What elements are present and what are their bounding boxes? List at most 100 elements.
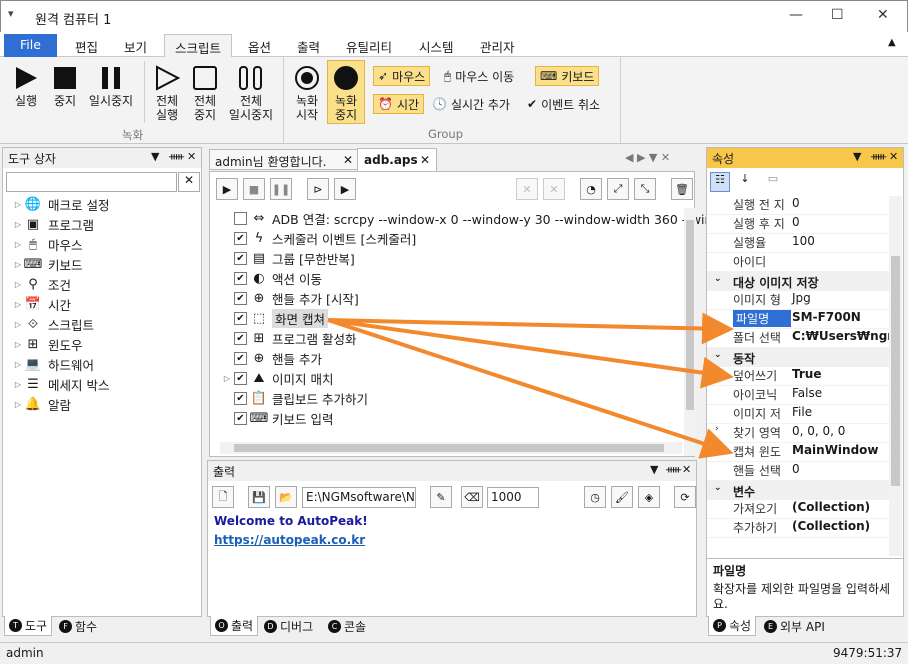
script-hscrollbar[interactable] (220, 442, 682, 454)
expand-icon[interactable]: ▷ (11, 300, 25, 309)
script-row[interactable]: ✔ ⊕ 핸들 추가 [시작] (220, 288, 359, 308)
expand-icon[interactable]: ▷ (11, 280, 25, 289)
property-row[interactable]: 실행 후 지 0 (707, 215, 889, 234)
history-button[interactable]: ◔ (580, 178, 602, 200)
delete-button[interactable]: 🗑 (671, 178, 693, 200)
property-row[interactable]: 캡쳐 윈도 MainWindow (707, 443, 889, 462)
property-row[interactable]: 실행 전 지 0 (707, 196, 889, 215)
mouse-move-toggle[interactable]: 🖱 마우스 이동 (440, 66, 518, 86)
fill-color-button[interactable]: ◈ (638, 486, 660, 508)
property-row[interactable]: › 찾기 영역 0, 0, 0, 0 (707, 424, 889, 443)
toolbox-item[interactable]: ▷ 🖱 마우스 (11, 234, 83, 254)
expand-icon[interactable]: › (715, 424, 719, 434)
disable-button[interactable]: ✕ (516, 178, 538, 200)
close-button[interactable]: ✕ (877, 7, 889, 23)
toolbox-item[interactable]: ▷ 💻 하드웨어 (11, 354, 94, 374)
tab-console[interactable]: C 콘솔 (324, 616, 370, 636)
toolbox-item[interactable]: ▷ ⊞ 윈도우 (11, 334, 83, 354)
auto-scroll-button[interactable]: ✎ (430, 486, 452, 508)
property-row[interactable]: 핸들 선택 0 (707, 462, 889, 481)
erase-button[interactable]: ⌫ (461, 486, 483, 508)
property-category[interactable]: ⌄ 변수 (707, 481, 889, 500)
property-value[interactable]: 0 (792, 215, 800, 229)
toolbox-item[interactable]: ▷ ⟐ 스크립트 (11, 314, 94, 334)
expand-icon[interactable]: ▷ (11, 340, 25, 349)
expand-icon[interactable]: ▷ (11, 320, 25, 329)
tab-system[interactable]: 시스템 (409, 34, 464, 57)
quick-access-menu-icon[interactable]: ▾ (8, 7, 14, 20)
expand-icon[interactable]: ▷ (11, 380, 25, 389)
maximize-button[interactable]: ☐ (831, 7, 844, 23)
property-row[interactable]: 실행율 100 (707, 234, 889, 253)
property-row[interactable]: 폴더 선택 C:₩Users₩ngma (707, 329, 889, 348)
close-icon[interactable]: ✕ (889, 150, 898, 163)
log-path-input[interactable]: E:\NGMsoftware\NG (302, 487, 416, 508)
property-category[interactable]: ⌄ 동작 (707, 348, 889, 367)
expand-icon[interactable]: ▷ (11, 200, 25, 209)
tab-properties[interactable]: P 속성 (708, 616, 757, 636)
property-row[interactable]: 파일명 SM-F700N (707, 310, 889, 329)
property-row[interactable]: 추가하기 (Collection) (707, 519, 889, 538)
tab-admin[interactable]: 관리자 (470, 34, 525, 57)
tab-debug[interactable]: D 디버그 (260, 616, 317, 636)
realtime-add-toggle[interactable]: 🕓 실시간 추가 (428, 94, 514, 114)
stop-script-button[interactable]: ■ (243, 178, 265, 200)
enable-checkbox[interactable]: ✔ (234, 331, 247, 345)
pause-button[interactable]: 일시중지 (84, 63, 138, 108)
expand-icon[interactable]: ▷ (11, 400, 25, 409)
toolbox-item[interactable]: ▷ ▣ 프로그램 (11, 214, 94, 234)
collapse-icon[interactable]: ⌄ (714, 350, 722, 360)
expand-icon[interactable]: ▷ (11, 220, 25, 229)
script-vscrollbar[interactable] (684, 208, 696, 456)
step-over-button[interactable]: ▶ (334, 178, 356, 200)
tab-functions[interactable]: F 함수 (55, 616, 101, 636)
toolbox-item[interactable]: ▷ ⌨ 키보드 (11, 254, 83, 274)
tab-utility[interactable]: 유틸리티 (336, 34, 402, 57)
pin-icon[interactable]: ᚔ (666, 463, 681, 476)
enable-checkbox[interactable]: ✔ (234, 311, 247, 325)
script-row[interactable]: ▷ ✔ ⛰ 이미지 매치 (220, 368, 334, 388)
autopeak-link[interactable]: https://autopeak.co.kr (214, 533, 365, 547)
property-value[interactable]: (Collection) (792, 500, 870, 514)
script-row[interactable]: ✔ ⌨ 키보드 입력 (220, 408, 333, 428)
enable-checkbox[interactable]: ✔ (234, 291, 247, 305)
property-row[interactable]: 덮어쓰기 True (707, 367, 889, 386)
pin-icon[interactable]: ᚔ (871, 150, 886, 163)
refresh-button[interactable]: ⟳ (674, 486, 696, 508)
stop-button[interactable]: 중지 (47, 63, 83, 108)
tab-adb-aps[interactable]: adb.aps ✕ (357, 148, 437, 171)
tab-view[interactable]: 보기 (114, 34, 157, 57)
script-row[interactable]: ✔ ϟ 스케줄러 이벤트 [스케줄러] (220, 228, 416, 248)
property-value[interactable]: 0, 0, 0, 0 (792, 424, 845, 438)
toolbox-item[interactable]: ▷ ⚲ 조건 (11, 274, 71, 294)
tab-external-api[interactable]: E 외부 API (760, 616, 829, 636)
record-stop-button[interactable]: 녹화 중지 (327, 60, 365, 124)
dropdown-icon[interactable]: ▼ (151, 150, 159, 163)
disable-all-button[interactable]: ✕ (543, 178, 565, 200)
pause-all-button[interactable]: 전체 일시중지 (225, 63, 277, 122)
toolbox-search-input[interactable] (6, 172, 177, 192)
tab-edit[interactable]: 편집 (65, 34, 108, 57)
expand-icon[interactable]: ▷ (11, 240, 25, 249)
collapse-icon[interactable]: ⌄ (714, 483, 722, 493)
property-value[interactable]: SM-F700N (792, 310, 861, 324)
brush-button[interactable]: 🖌 (611, 486, 633, 508)
dropdown-icon[interactable]: ▼ (853, 150, 861, 163)
enable-checkbox[interactable]: ✔ (234, 231, 247, 245)
new-log-button[interactable]: 🗋 (212, 486, 234, 508)
enable-checkbox[interactable]: ✔ (234, 391, 247, 405)
time-toggle[interactable]: ⏰ 시간 (373, 94, 425, 114)
expand-icon[interactable]: ▷ (220, 374, 234, 383)
property-value[interactable]: (Collection) (792, 519, 870, 533)
tab-nav-icons[interactable]: ◀ ▶ ▼ ✕ (625, 151, 670, 164)
dropdown-icon[interactable]: ▼ (650, 463, 658, 476)
max-lines-stepper[interactable]: 1000 (487, 487, 539, 508)
step-button[interactable]: ⊳ (307, 178, 329, 200)
save-log-button[interactable]: 💾 (248, 486, 270, 508)
enable-checkbox[interactable]: ✔ (234, 411, 247, 425)
property-value[interactable]: MainWindow (792, 443, 879, 457)
toolbox-item[interactable]: ▷ 🔔 알람 (11, 394, 71, 414)
tab-output[interactable]: 출력 (287, 34, 330, 57)
minimize-button[interactable]: — (789, 7, 803, 23)
property-value[interactable]: True (792, 367, 821, 381)
